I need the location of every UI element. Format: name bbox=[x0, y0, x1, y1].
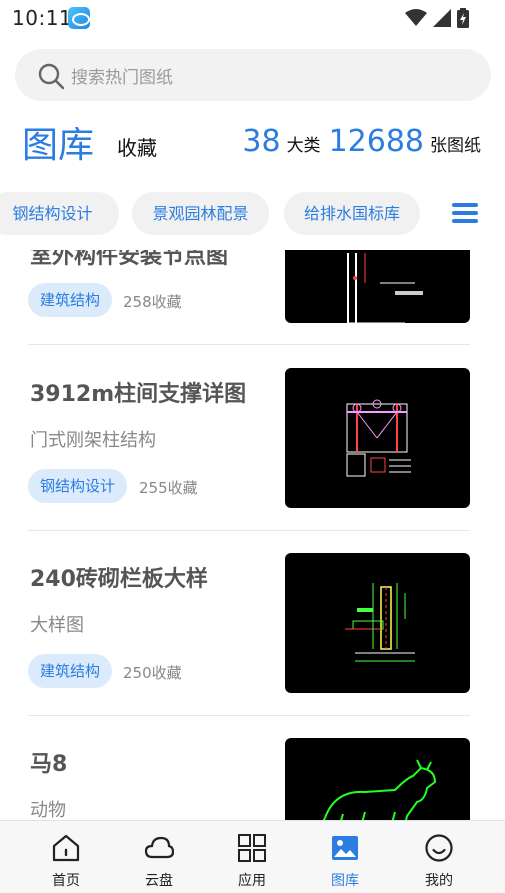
drawing-thumbnail bbox=[285, 738, 470, 820]
category-unit: 大类 bbox=[286, 136, 321, 156]
divider bbox=[28, 530, 470, 531]
item-tag[interactable]: 钢结构设计 bbox=[28, 469, 128, 503]
item-tag[interactable]: 建筑结构 bbox=[28, 654, 113, 688]
drawing-thumbnail bbox=[285, 368, 470, 508]
category-chip[interactable]: 钢结构设计 bbox=[0, 192, 119, 235]
wifi-icon bbox=[405, 9, 427, 26]
category-count: 38 bbox=[242, 124, 281, 159]
signal-icon bbox=[433, 9, 451, 27]
cloud-icon bbox=[144, 836, 174, 859]
app-notification-icon bbox=[68, 7, 90, 29]
nav-label: 云盘 bbox=[145, 873, 173, 889]
divider bbox=[28, 344, 470, 345]
list-item[interactable]: 240砖砌栏板大样 大样图 建筑结构 250收藏 bbox=[28, 553, 470, 693]
item-title: 3912m柱间支撑详图 bbox=[30, 382, 247, 407]
search-bar[interactable]: 搜索热门图纸 bbox=[15, 49, 491, 101]
item-tag[interactable]: 建筑结构 bbox=[28, 283, 113, 317]
item-favorites: 258收藏 bbox=[123, 293, 182, 311]
category-chip[interactable]: 给排水国标库 bbox=[284, 192, 420, 235]
list-item[interactable]: 3912m柱间支撑详图 门式刚架柱结构 钢结构设计 255收藏 bbox=[28, 368, 470, 508]
status-indicators bbox=[405, 8, 469, 28]
library-stats: 38 大类 12688 张图纸 bbox=[242, 124, 481, 159]
item-title: 240砖砌栏板大样 bbox=[30, 567, 208, 592]
apps-grid-icon bbox=[238, 834, 266, 862]
home-icon bbox=[52, 834, 80, 862]
search-input[interactable]: 搜索热门图纸 bbox=[71, 63, 173, 88]
profile-smile-icon bbox=[425, 834, 453, 862]
item-title: 室外构件安装节点图 bbox=[30, 250, 229, 269]
category-chips: 钢结构设计 景观园林配景 给排水国标库 bbox=[0, 192, 440, 236]
item-favorites: 250收藏 bbox=[123, 664, 182, 682]
bottom-navigation: 首页 云盘 应用 图库 我的 bbox=[0, 820, 505, 893]
nav-cloud[interactable]: 云盘 bbox=[119, 821, 199, 893]
drawing-thumbnail bbox=[285, 553, 470, 693]
nav-label: 应用 bbox=[238, 873, 266, 889]
nav-label: 我的 bbox=[425, 873, 453, 889]
item-favorites: 255收藏 bbox=[139, 479, 198, 497]
tab-favorites[interactable]: 收藏 bbox=[117, 132, 157, 161]
status-bar: 10:11 bbox=[0, 0, 505, 36]
nav-profile[interactable]: 我的 bbox=[399, 821, 479, 893]
drawing-thumbnail bbox=[285, 250, 470, 323]
category-menu-icon[interactable] bbox=[452, 203, 480, 225]
nav-label: 图库 bbox=[331, 873, 359, 889]
list-item[interactable]: 室外构件安装节点图 建筑结构 258收藏 bbox=[28, 250, 470, 323]
nav-apps[interactable]: 应用 bbox=[212, 821, 292, 893]
item-subtitle: 动物 bbox=[30, 800, 66, 820]
item-subtitle: 大样图 bbox=[30, 615, 84, 636]
image-gallery-icon bbox=[332, 836, 358, 860]
nav-label: 首页 bbox=[52, 873, 80, 889]
nav-home[interactable]: 首页 bbox=[26, 821, 106, 893]
drawing-count: 12688 bbox=[328, 124, 424, 159]
search-icon bbox=[38, 63, 65, 90]
status-time: 10:11 bbox=[12, 6, 73, 30]
category-chip[interactable]: 景观园林配景 bbox=[132, 192, 269, 235]
drawing-list: 室外构件安装节点图 建筑结构 258收藏 3912m柱间支撑详图 门式刚架柱结构… bbox=[0, 250, 505, 820]
drawing-unit: 张图纸 bbox=[430, 136, 481, 156]
divider bbox=[28, 715, 470, 716]
item-title: 马8 bbox=[30, 752, 68, 777]
battery-icon bbox=[457, 8, 469, 28]
nav-gallery[interactable]: 图库 bbox=[305, 821, 385, 893]
item-subtitle: 门式刚架柱结构 bbox=[30, 430, 156, 451]
list-item[interactable]: 马8 动物 bbox=[28, 738, 470, 820]
page-title: 图库 bbox=[22, 125, 95, 166]
